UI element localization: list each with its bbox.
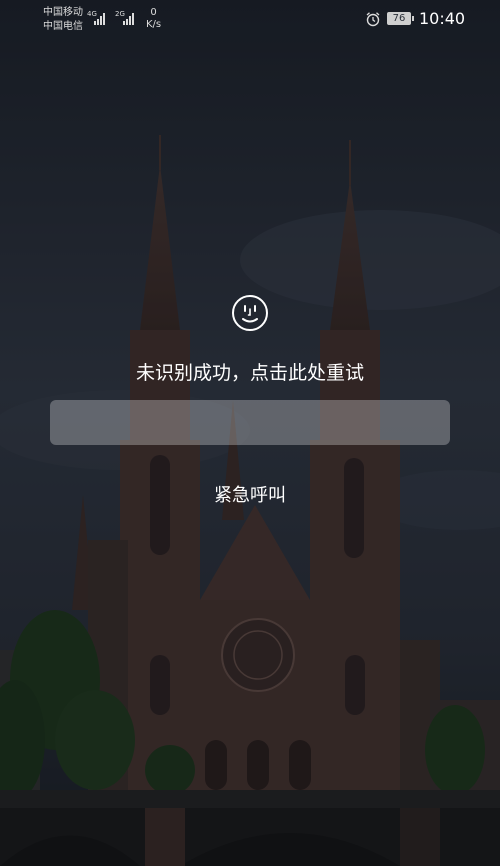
carrier-2: 中国电信	[43, 21, 83, 32]
lock-screen: 中国移动 中国电信 4G 2G 0 K/s 76 10:40 未识别成功，点击此…	[0, 0, 500, 866]
face-unlock-icon[interactable]	[231, 294, 269, 332]
password-input[interactable]	[50, 400, 450, 445]
status-time: 10:40	[419, 9, 466, 28]
network-speed-value: 0	[150, 7, 157, 18]
signal-bars-2-icon	[123, 11, 134, 25]
network-speed-unit: K/s	[146, 19, 162, 30]
face-retry-message[interactable]: 未识别成功，点击此处重试	[0, 358, 500, 385]
status-bar: 中国移动 中国电信 4G 2G 0 K/s 76 10:40	[0, 0, 500, 40]
carrier-names: 中国移动 中国电信	[43, 6, 83, 34]
signal-bars-1-icon	[94, 11, 105, 25]
alarm-clock-icon	[366, 12, 380, 27]
network-speed: 0 K/s	[146, 7, 161, 31]
battery-icon: 76	[387, 12, 414, 25]
emergency-call-button[interactable]: 紧急呼叫	[0, 481, 500, 507]
carrier-1: 中国移动	[43, 7, 83, 18]
